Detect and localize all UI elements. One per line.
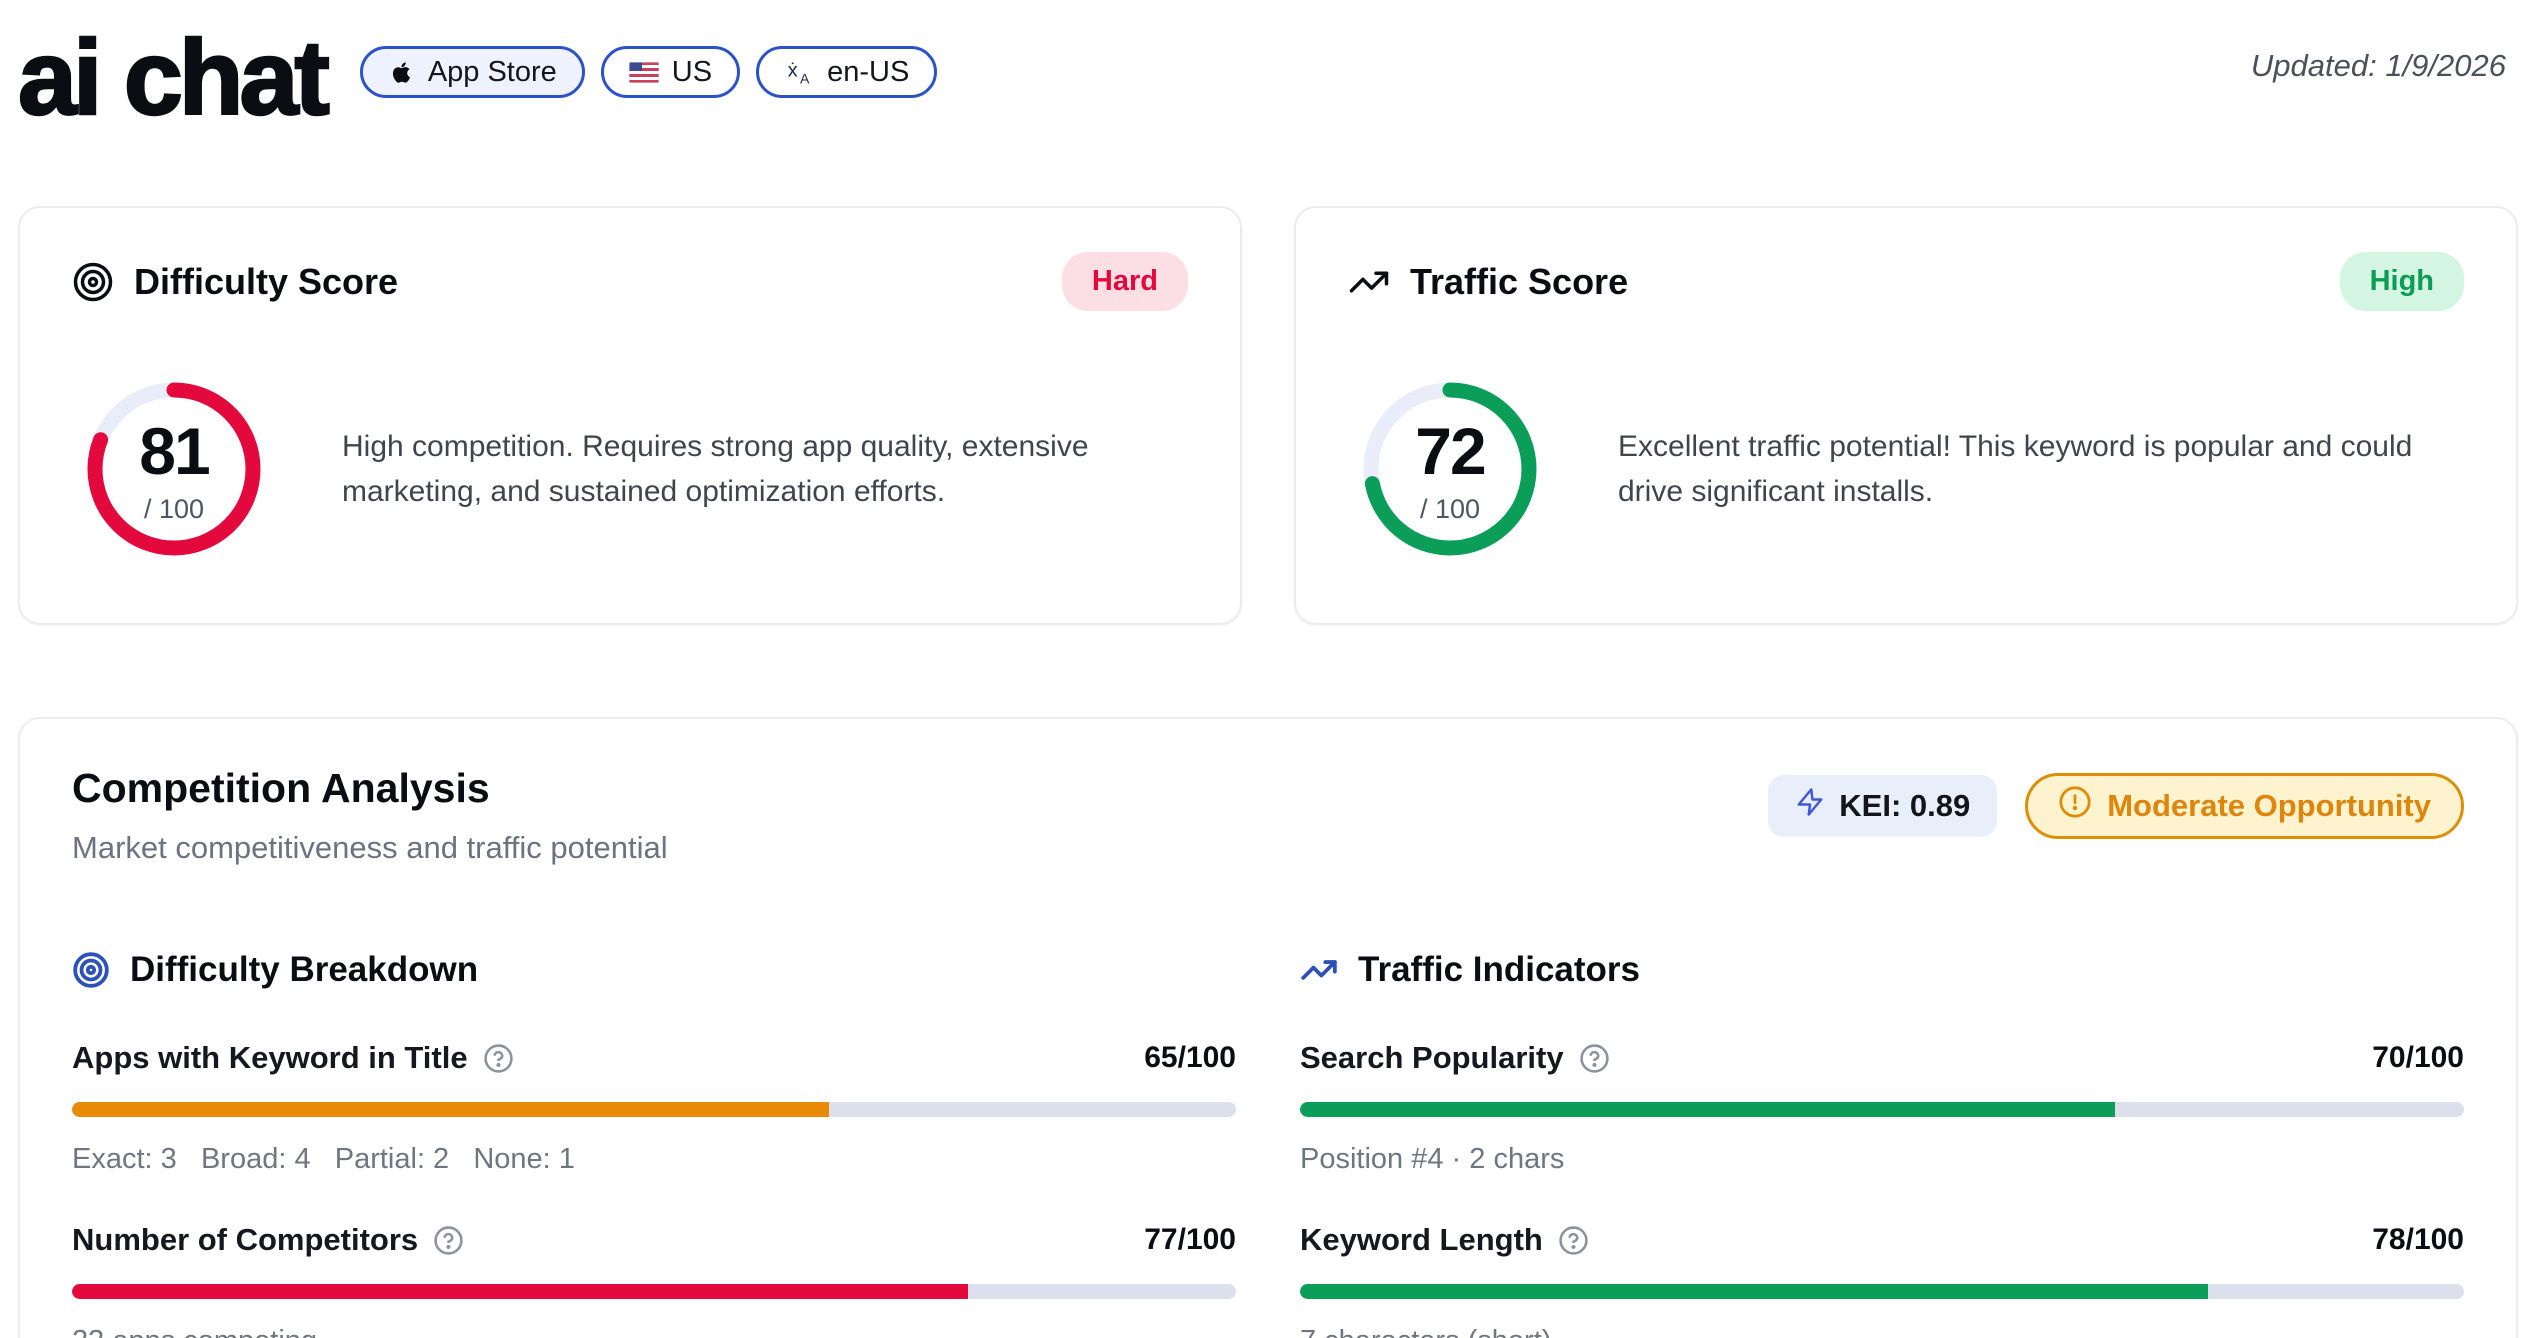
svg-text:ẋ: ẋ xyxy=(788,60,798,82)
opportunity-badge-label: Moderate Opportunity xyxy=(2107,788,2431,824)
difficulty-description: High competition. Requires strong app qu… xyxy=(342,424,1162,514)
opportunity-badge: Moderate Opportunity xyxy=(2025,773,2464,839)
language-chip-label: en-US xyxy=(827,56,909,89)
metric-label: Search Popularity xyxy=(1300,1040,1564,1076)
alert-circle-icon xyxy=(2058,785,2092,827)
target-icon xyxy=(72,951,110,989)
difficulty-breakdown-column: Difficulty Breakdown Apps with Keyword i… xyxy=(72,950,1236,1338)
progress-bar xyxy=(72,1102,1236,1117)
help-circle-icon[interactable] xyxy=(1579,1043,1610,1074)
trending-up-icon xyxy=(1300,951,1338,989)
score-cards-row: Difficulty Score Hard 81 / 100 High comp… xyxy=(18,206,2518,625)
metric-note: Exact: 3 Broad: 4 Partial: 2 None: 1 xyxy=(72,1143,1236,1176)
difficulty-gauge: 81 / 100 xyxy=(80,375,268,563)
metric-number-of-competitors: Number of Competitors 77/100 23 apps com… xyxy=(72,1222,1236,1338)
difficulty-score-denominator: / 100 xyxy=(144,494,204,525)
metric-value: 77/100 xyxy=(1144,1223,1236,1257)
metric-note: Position #4 · 2 chars xyxy=(1300,1143,2464,1176)
app-store-chip-label: App Store xyxy=(428,56,557,89)
difficulty-card-body: 81 / 100 High competition. Requires stro… xyxy=(72,375,1188,563)
kei-badge: KEI: 0.89 xyxy=(1768,775,1997,837)
competition-subtitle: Market competitiveness and traffic poten… xyxy=(72,830,668,866)
traffic-card-header: Traffic Score High xyxy=(1348,252,2464,311)
metric-label: Keyword Length xyxy=(1300,1222,1543,1258)
metric-note: 7 characters (short) xyxy=(1300,1325,2464,1338)
progress-bar xyxy=(72,1284,1236,1299)
metric-keyword-length: Keyword Length 78/100 7 characters (shor… xyxy=(1300,1222,2464,1338)
kei-badge-label: KEI: 0.89 xyxy=(1839,788,1970,824)
traffic-score-value: 72 xyxy=(1415,413,1484,489)
difficulty-score-value: 81 xyxy=(139,413,208,489)
difficulty-status-badge: Hard xyxy=(1062,252,1188,311)
difficulty-score-card: Difficulty Score Hard 81 / 100 High comp… xyxy=(18,206,1242,625)
competition-analysis-card: Competition Analysis Market competitiven… xyxy=(18,717,2518,1338)
metric-label: Number of Competitors xyxy=(72,1222,418,1258)
language-chip[interactable]: ẋ A en-US xyxy=(756,46,937,98)
us-flag-icon xyxy=(629,62,659,83)
help-circle-icon[interactable] xyxy=(483,1043,514,1074)
traffic-indicators-heading: Traffic Indicators xyxy=(1358,950,1640,990)
updated-timestamp: Updated: 1/9/2026 xyxy=(2251,48,2506,84)
competition-columns: Difficulty Breakdown Apps with Keyword i… xyxy=(72,950,2464,1338)
traffic-score-denominator: / 100 xyxy=(1420,494,1480,525)
metric-label: Apps with Keyword in Title xyxy=(72,1040,468,1076)
metric-search-popularity: Search Popularity 70/100 Position #4 · 2… xyxy=(1300,1040,2464,1176)
competition-header: Competition Analysis Market competitiven… xyxy=(72,765,2464,866)
apple-icon xyxy=(388,59,415,86)
metric-value: 65/100 xyxy=(1144,1041,1236,1075)
competition-title: Competition Analysis xyxy=(72,765,668,812)
keyword-analysis-page: ai chat App Store xyxy=(0,0,2536,1338)
title-wrap: ai chat App Store xyxy=(18,22,937,134)
metric-note: 23 apps competing xyxy=(72,1325,1236,1338)
difficulty-breakdown-heading: Difficulty Breakdown xyxy=(130,950,478,990)
difficulty-card-title: Difficulty Score xyxy=(134,261,398,303)
progress-bar xyxy=(1300,1102,2464,1117)
header: ai chat App Store xyxy=(18,22,2518,134)
country-chip[interactable]: US xyxy=(601,46,740,98)
traffic-indicators-column: Traffic Indicators Search Popularity 70/… xyxy=(1300,950,2464,1338)
help-circle-icon[interactable] xyxy=(1558,1225,1589,1256)
trending-up-icon xyxy=(1348,261,1390,303)
traffic-status-badge: High xyxy=(2340,252,2464,311)
metric-apps-with-keyword: Apps with Keyword in Title 65/100 Exact:… xyxy=(72,1040,1236,1176)
metric-value: 78/100 xyxy=(2372,1223,2464,1257)
competition-badges: KEI: 0.89 Moderate Opportunity xyxy=(1768,773,2464,839)
svg-text:A: A xyxy=(800,70,810,86)
target-icon xyxy=(72,261,114,303)
progress-bar xyxy=(1300,1284,2464,1299)
metric-value: 70/100 xyxy=(2372,1041,2464,1075)
difficulty-card-header: Difficulty Score Hard xyxy=(72,252,1188,311)
traffic-card-title: Traffic Score xyxy=(1410,261,1628,303)
page-title: ai chat xyxy=(18,22,326,134)
traffic-card-body: 72 / 100 Excellent traffic potential! Th… xyxy=(1348,375,2464,563)
app-store-chip[interactable]: App Store xyxy=(360,46,585,98)
traffic-score-card: Traffic Score High 72 / 100 Excellent tr… xyxy=(1294,206,2518,625)
traffic-gauge: 72 / 100 xyxy=(1356,375,1544,563)
help-circle-icon[interactable] xyxy=(433,1225,464,1256)
zap-icon xyxy=(1795,787,1825,825)
country-chip-label: US xyxy=(672,56,712,89)
traffic-description: Excellent traffic potential! This keywor… xyxy=(1618,424,2438,514)
header-chips: App Store US xyxy=(360,46,937,98)
translate-icon: ẋ A xyxy=(784,57,814,87)
